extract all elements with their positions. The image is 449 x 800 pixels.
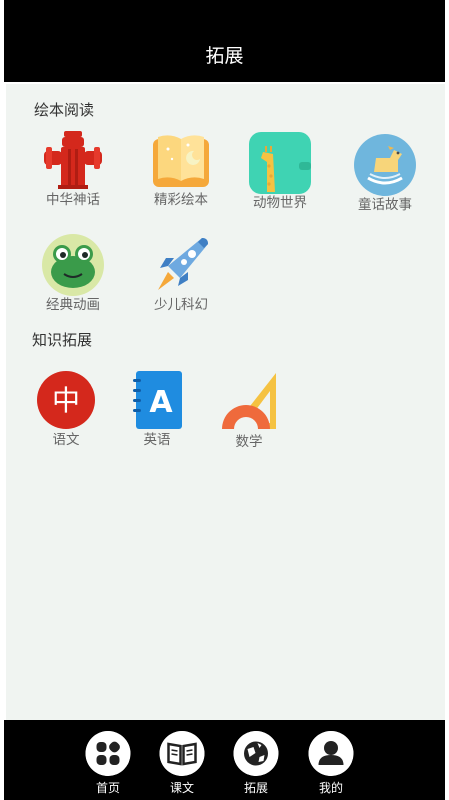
main-content: 绘本阅读 中华神话 精彩绘本 动物世界 童话故事 经典动画 少儿科幻 知识拓展 …: [6, 84, 445, 720]
app-kids-sci-fi[interactable]: 少儿科幻: [136, 234, 226, 324]
app-label: 童话故事: [358, 197, 412, 213]
app-label: 精彩绘本: [154, 192, 208, 208]
app-label: 数学: [235, 434, 263, 450]
app-fairy-tales[interactable]: 童话故事: [340, 134, 430, 224]
app-animal-world[interactable]: 动物世界: [235, 132, 325, 222]
app-chinese-mythology[interactable]: 中华神话: [28, 129, 118, 219]
tab-mine[interactable]: 我的: [301, 728, 361, 800]
open-book-icon: [153, 135, 209, 187]
tab-label: 首页: [95, 781, 120, 795]
app-math[interactable]: 数学: [204, 371, 294, 461]
app-label: 语文: [52, 432, 80, 448]
app-classic-animation[interactable]: 经典动画: [28, 234, 118, 324]
glyph: 中: [52, 384, 80, 417]
app-chinese-language[interactable]: 中 语文: [21, 369, 111, 459]
tab-explore[interactable]: 拓展: [226, 728, 286, 800]
tab-home[interactable]: 首页: [78, 728, 138, 800]
user-icon: [308, 731, 354, 776]
glyph: A: [149, 385, 173, 420]
globe-icon: [233, 731, 279, 776]
top-header: 拓展: [4, 0, 445, 82]
fire-hydrant-icon: [44, 131, 102, 189]
tab-lessons[interactable]: 课文: [152, 728, 212, 800]
tab-label: 课文: [169, 781, 194, 795]
frog-icon: [42, 234, 104, 296]
bottom-tab-bar: 首页 课文 拓展 我的: [4, 720, 445, 800]
app-english[interactable]: A 英语: [112, 369, 202, 459]
app-label: 中华神话: [46, 192, 100, 208]
tab-label: 拓展: [243, 781, 268, 795]
app-picture-books[interactable]: 精彩绘本: [136, 129, 226, 219]
giraffe-icon: [249, 132, 311, 194]
app-label: 少儿科幻: [154, 297, 208, 313]
section-title-knowledge: 知识拓展: [32, 331, 93, 349]
app-label: 动物世界: [253, 195, 307, 211]
home-grid-icon: [85, 731, 131, 776]
app-label: 经典动画: [46, 297, 100, 313]
book-icon: [159, 731, 205, 776]
ruler-protractor-icon: [222, 373, 276, 429]
english-notebook-icon: A: [133, 371, 182, 429]
section-title-picture-books: 绘本阅读: [34, 101, 95, 119]
rocking-horse-icon: [354, 134, 416, 196]
rocket-icon: [158, 238, 208, 290]
chinese-character-icon: 中: [37, 371, 95, 429]
app-label: 英语: [143, 432, 171, 448]
page-title: 拓展: [205, 45, 244, 67]
tab-label: 我的: [318, 781, 343, 795]
